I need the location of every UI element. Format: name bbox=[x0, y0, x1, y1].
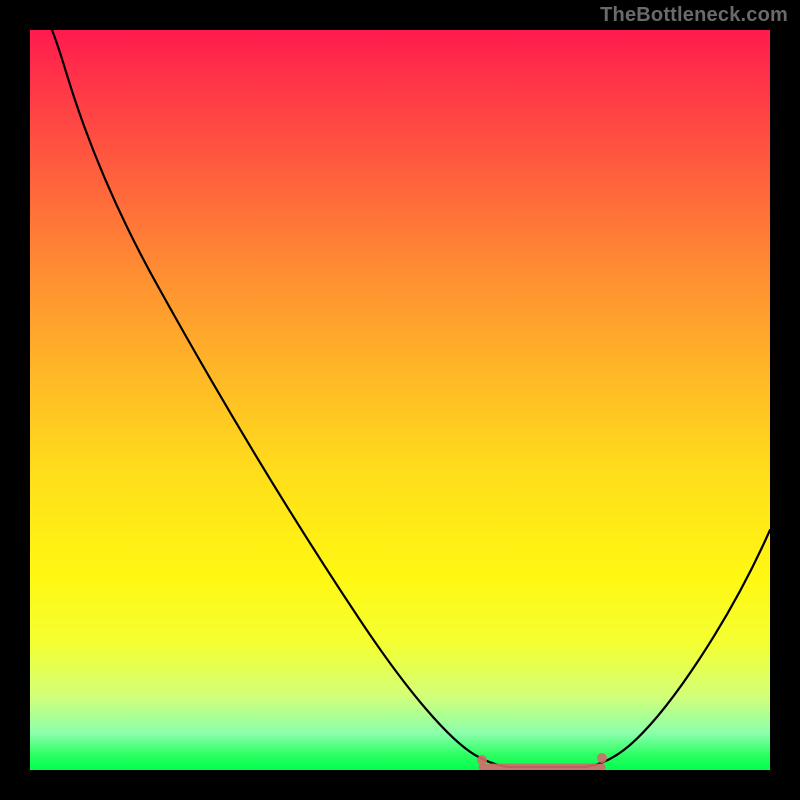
bottleneck-curve bbox=[52, 30, 770, 767]
chart-svg bbox=[30, 30, 770, 770]
chart-frame: TheBottleneck.com bbox=[0, 0, 800, 800]
watermark-text: TheBottleneck.com bbox=[600, 4, 788, 27]
optimal-range-start-dot bbox=[477, 755, 487, 765]
plot-area bbox=[30, 30, 770, 770]
optimal-range-end-dot bbox=[597, 753, 607, 763]
